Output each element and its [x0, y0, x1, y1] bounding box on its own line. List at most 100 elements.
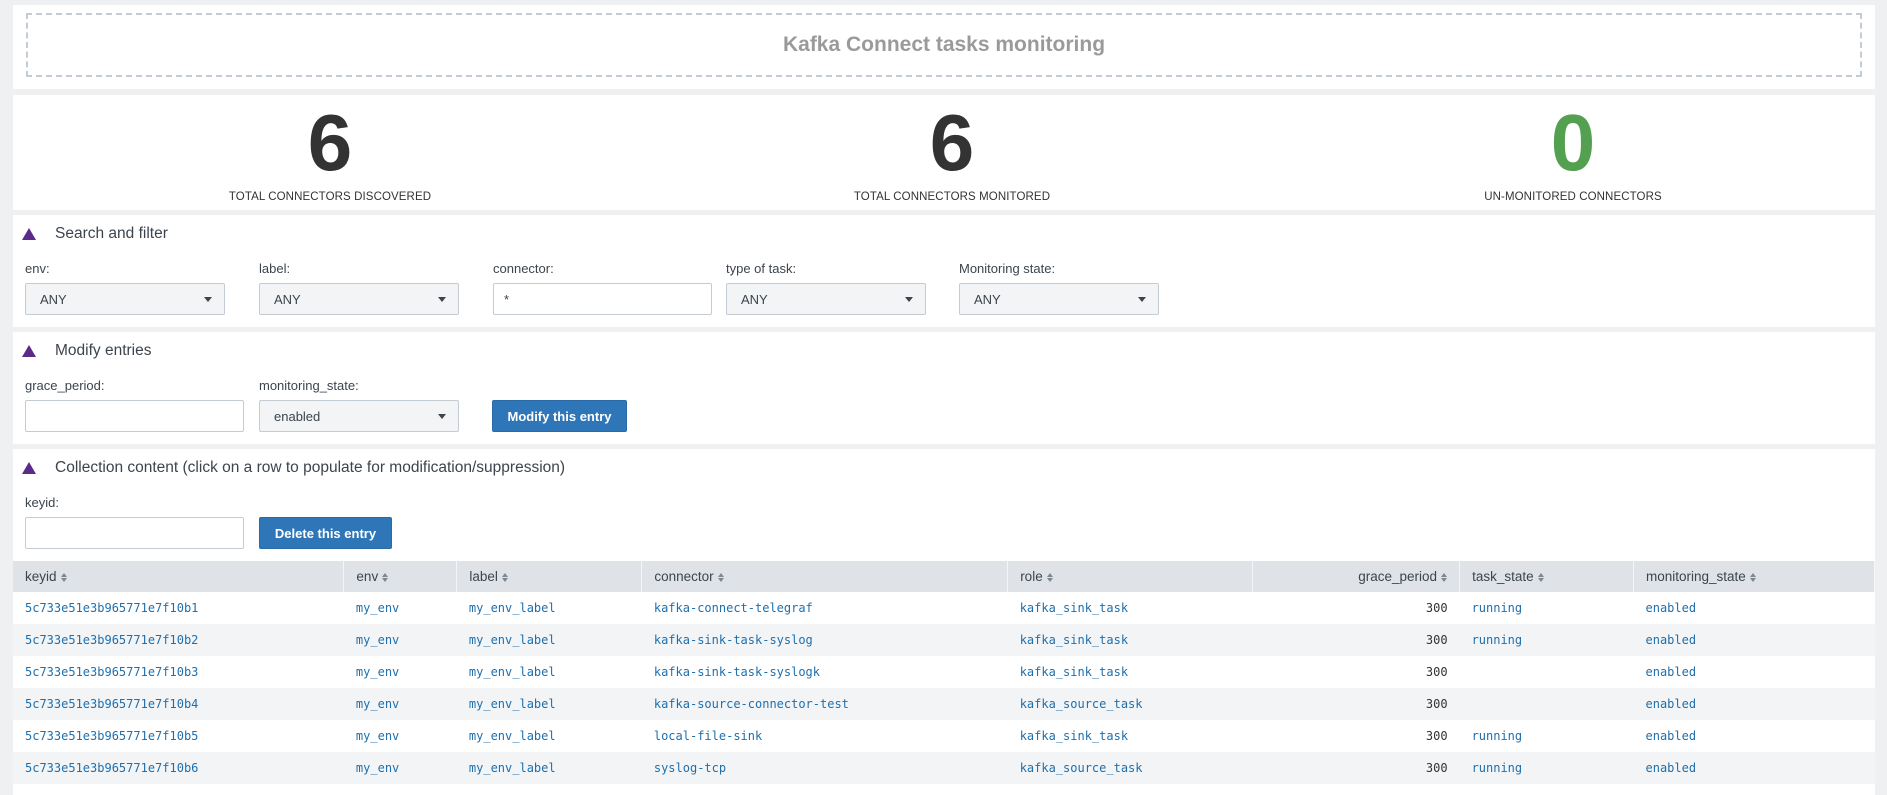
dashboard-title: Kafka Connect tasks monitoring: [782, 33, 1106, 56]
field-label: connector:: [493, 261, 554, 276]
sort-icon: [1537, 572, 1544, 582]
cell-connector[interactable]: local-file-sink: [641, 720, 1008, 752]
cell-env[interactable]: my_env: [343, 688, 457, 720]
cell-role[interactable]: kafka_sink_task: [1007, 592, 1253, 624]
sort-icon: [1441, 572, 1448, 582]
cell-grace-period[interactable]: 300: [1252, 656, 1460, 688]
cell-monitoring-state[interactable]: enabled: [1633, 752, 1875, 784]
cell-connector[interactable]: syslog-tcp: [641, 752, 1008, 784]
collection-table: keyid env label connector role grace_per…: [13, 561, 1875, 784]
select-value: ANY: [274, 291, 301, 307]
kpi-monitored[interactable]: 6 TOTAL CONNECTORS MONITORED: [672, 95, 1232, 204]
column-header-label[interactable]: label: [456, 561, 643, 592]
grace-period-field: grace_period:: [25, 378, 244, 432]
column-header-role[interactable]: role: [1007, 561, 1254, 592]
sort-icon: [717, 572, 724, 582]
table-row[interactable]: 5c733e51e3b965771e7f10b4 my_env my_env_l…: [13, 688, 1875, 720]
select-value: enabled: [274, 408, 321, 424]
cell-monitoring-state[interactable]: enabled: [1633, 688, 1875, 720]
cell-env[interactable]: my_env: [343, 592, 457, 624]
connector-input[interactable]: *: [493, 283, 712, 315]
modify-entries-panel: Modify entries grace_period: monitoring_…: [13, 332, 1875, 444]
cell-label[interactable]: my_env_label: [456, 688, 642, 720]
cell-role[interactable]: kafka_source_task: [1007, 688, 1253, 720]
header-panel: Kafka Connect tasks monitoring: [13, 5, 1875, 89]
task-type-select[interactable]: ANY: [726, 283, 926, 315]
modify-entry-button[interactable]: Modify this entry: [492, 400, 627, 432]
cell-monitoring-state[interactable]: enabled: [1633, 592, 1875, 624]
cell-connector[interactable]: kafka-sink-task-syslogk: [641, 656, 1008, 688]
panel-title-text: Collection content (click on a row to po…: [55, 459, 566, 476]
cell-grace-period[interactable]: 300: [1252, 592, 1460, 624]
field-label: env:: [25, 261, 50, 276]
cell-keyid[interactable]: 5c733e51e3b965771e7f10b6: [13, 752, 344, 784]
cell-role[interactable]: kafka_source_task: [1007, 752, 1253, 784]
column-header-env[interactable]: env: [343, 561, 458, 592]
grace-period-input[interactable]: [25, 400, 244, 432]
cell-task-state[interactable]: running: [1459, 592, 1634, 624]
table-row[interactable]: 5c733e51e3b965771e7f10b2 my_env my_env_l…: [13, 624, 1875, 656]
monitoring-state-edit-select[interactable]: enabled: [259, 400, 459, 432]
table-row[interactable]: 5c733e51e3b965771e7f10b1 my_env my_env_l…: [13, 592, 1875, 624]
cell-keyid[interactable]: 5c733e51e3b965771e7f10b3: [13, 656, 344, 688]
collapse-triangle-icon[interactable]: [22, 345, 36, 357]
input-value: *: [504, 291, 510, 307]
cell-label[interactable]: my_env_label: [456, 592, 642, 624]
cell-grace-period[interactable]: 300: [1252, 688, 1460, 720]
cell-env[interactable]: my_env: [343, 720, 457, 752]
table-row[interactable]: 5c733e51e3b965771e7f10b6 my_env my_env_l…: [13, 752, 1875, 784]
kpi-value: 0: [1550, 98, 1596, 187]
table-row[interactable]: 5c733e51e3b965771e7f10b5 my_env my_env_l…: [13, 720, 1875, 752]
panel-title[interactable]: Search and filter: [22, 225, 168, 243]
column-header-grace-period[interactable]: grace_period: [1252, 561, 1461, 592]
cell-role[interactable]: kafka_sink_task: [1007, 656, 1253, 688]
cell-env[interactable]: my_env: [343, 624, 457, 656]
column-header-task-state[interactable]: task_state: [1459, 561, 1634, 592]
collapse-triangle-icon[interactable]: [22, 462, 36, 474]
cell-label[interactable]: my_env_label: [456, 720, 642, 752]
cell-connector[interactable]: kafka-sink-task-syslog: [641, 624, 1008, 656]
keyid-input[interactable]: [25, 517, 244, 549]
cell-label[interactable]: my_env_label: [456, 656, 642, 688]
panel-title[interactable]: Collection content (click on a row to po…: [22, 459, 565, 477]
field-label: Monitoring state:: [959, 261, 1056, 276]
cell-label[interactable]: my_env_label: [456, 752, 642, 784]
cell-env[interactable]: my_env: [343, 752, 457, 784]
kpi-label: TOTAL CONNECTORS MONITORED: [853, 191, 1051, 203]
cell-role[interactable]: kafka_sink_task: [1007, 720, 1253, 752]
env-filter: env: ANY: [25, 261, 225, 315]
cell-connector[interactable]: kafka-connect-telegraf: [641, 592, 1008, 624]
cell-monitoring-state[interactable]: enabled: [1633, 656, 1875, 688]
cell-grace-period[interactable]: 300: [1252, 720, 1460, 752]
cell-keyid[interactable]: 5c733e51e3b965771e7f10b2: [13, 624, 344, 656]
cell-monitoring-state[interactable]: enabled: [1633, 624, 1875, 656]
cell-monitoring-state[interactable]: enabled: [1633, 720, 1875, 752]
label-select[interactable]: ANY: [259, 283, 459, 315]
cell-label[interactable]: my_env_label: [456, 624, 642, 656]
delete-entry-button[interactable]: Delete this entry: [259, 517, 392, 549]
monitoring-state-select[interactable]: ANY: [959, 283, 1159, 315]
column-header-monitoring-state[interactable]: monitoring_state: [1633, 561, 1875, 592]
cell-grace-period[interactable]: 300: [1252, 752, 1460, 784]
collapse-triangle-icon[interactable]: [22, 228, 36, 240]
cell-keyid[interactable]: 5c733e51e3b965771e7f10b4: [13, 688, 344, 720]
cell-role[interactable]: kafka_sink_task: [1007, 624, 1253, 656]
cell-task-state[interactable]: [1459, 688, 1634, 720]
column-header-keyid[interactable]: keyid: [13, 561, 345, 592]
cell-grace-period[interactable]: 300: [1252, 624, 1460, 656]
cell-connector[interactable]: kafka-source-connector-test: [641, 688, 1008, 720]
cell-keyid[interactable]: 5c733e51e3b965771e7f10b1: [13, 592, 344, 624]
column-header-connector[interactable]: connector: [641, 561, 1009, 592]
cell-keyid[interactable]: 5c733e51e3b965771e7f10b5: [13, 720, 344, 752]
table-row[interactable]: 5c733e51e3b965771e7f10b3 my_env my_env_l…: [13, 656, 1875, 688]
kpi-unmonitored[interactable]: 0 UN-MONITORED CONNECTORS: [1293, 95, 1853, 204]
panel-title[interactable]: Modify entries: [22, 342, 151, 360]
cell-env[interactable]: my_env: [343, 656, 457, 688]
kpi-discovered[interactable]: 6 TOTAL CONNECTORS DISCOVERED: [50, 95, 610, 204]
cell-task-state[interactable]: running: [1459, 720, 1634, 752]
cell-task-state[interactable]: running: [1459, 752, 1634, 784]
env-select[interactable]: ANY: [25, 283, 225, 315]
cell-task-state[interactable]: [1459, 656, 1634, 688]
kpi-value: 6: [929, 98, 975, 187]
cell-task-state[interactable]: running: [1459, 624, 1634, 656]
